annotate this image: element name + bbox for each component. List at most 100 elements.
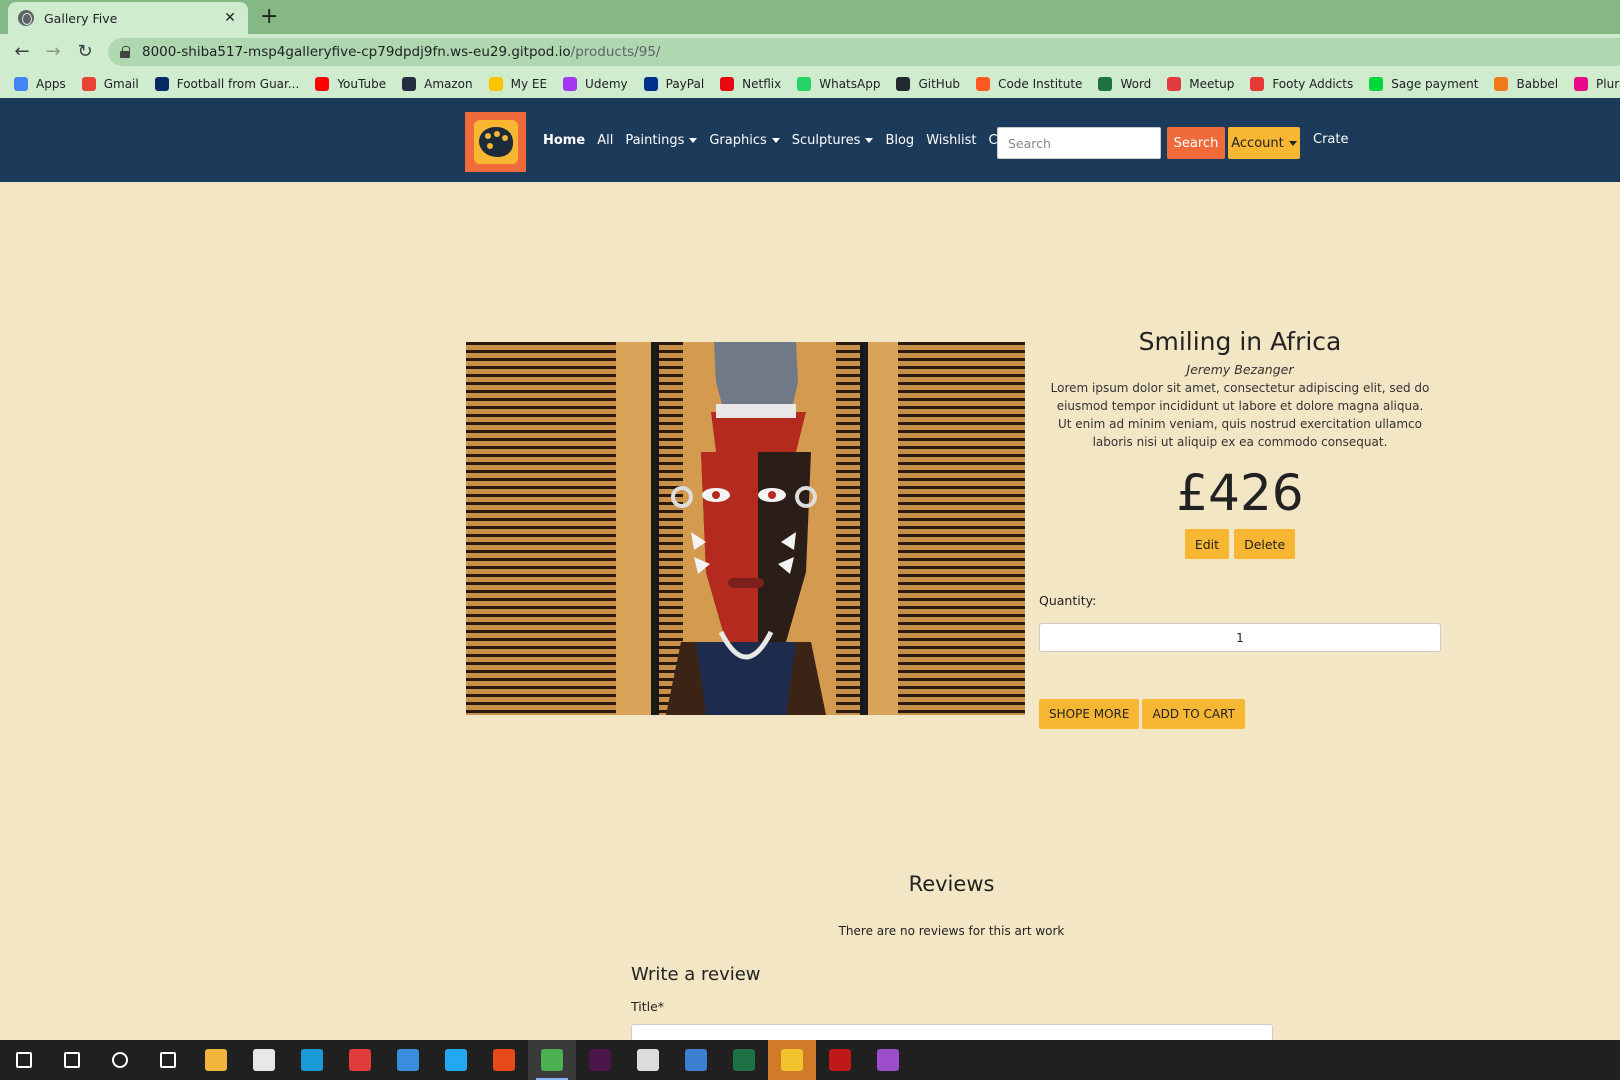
search-input[interactable] bbox=[997, 127, 1161, 159]
mcafee-icon bbox=[829, 1049, 851, 1071]
chevron-down-icon bbox=[689, 137, 698, 143]
taskbar-mail[interactable] bbox=[384, 1040, 432, 1080]
taskbar-windows-start[interactable] bbox=[0, 1040, 48, 1080]
bookmark-my-ee[interactable]: My EE bbox=[488, 77, 547, 91]
slack-icon bbox=[589, 1049, 611, 1071]
windows-start-icon bbox=[16, 1052, 32, 1068]
nav-link-blog[interactable]: Blog bbox=[885, 133, 914, 148]
taskbar-file-explorer[interactable] bbox=[192, 1040, 240, 1080]
site-navbar: Home All Paintings Graphics Sculptures Blog Wi… bbox=[0, 98, 1620, 182]
bookmark-favicon-icon bbox=[643, 77, 658, 91]
product-description: Lorem ipsum dolor sit amet, consectetur … bbox=[1050, 381, 1430, 449]
new-tab-button[interactable]: + bbox=[260, 5, 278, 29]
taskbar-slack[interactable] bbox=[576, 1040, 624, 1080]
taskbar-excel[interactable] bbox=[720, 1040, 768, 1080]
product-artist: Jeremy Bezanger bbox=[1186, 362, 1294, 377]
bookmark-label: Udemy bbox=[585, 77, 628, 91]
quantity-label: Quantity: bbox=[1039, 593, 1097, 608]
nav-link-graphics[interactable]: Graphics bbox=[709, 133, 780, 148]
add-to-cart-button[interactable]: ADD TO CART bbox=[1142, 699, 1245, 729]
taskbar-vscode[interactable] bbox=[432, 1040, 480, 1080]
bookmark-apps[interactable]: Apps bbox=[14, 77, 66, 91]
chevron-down-icon bbox=[1288, 140, 1297, 146]
taskbar-cortana[interactable] bbox=[96, 1040, 144, 1080]
back-arrow-icon[interactable]: ← bbox=[10, 40, 34, 64]
reviews-heading: Reviews bbox=[908, 872, 995, 896]
quantity-input[interactable] bbox=[1039, 623, 1441, 652]
bookmark-babbel[interactable]: Babbel bbox=[1494, 77, 1558, 91]
bookmark-label: Pluralsight bbox=[1596, 77, 1620, 91]
taskbar-paint-drop[interactable] bbox=[864, 1040, 912, 1080]
bookmark-label: Meetup bbox=[1189, 77, 1235, 91]
bookmark-youtube[interactable]: YouTube bbox=[315, 77, 386, 91]
office-icon bbox=[493, 1049, 515, 1071]
vscode-icon bbox=[445, 1049, 467, 1071]
bookmark-code-institute[interactable]: Code Institute bbox=[976, 77, 1082, 91]
shop-more-button[interactable]: SHOPE MORE bbox=[1039, 699, 1140, 729]
nav-link-label: Blog bbox=[885, 132, 915, 148]
nav-link-all[interactable]: All bbox=[597, 133, 613, 148]
taskbar-chrome[interactable] bbox=[528, 1040, 576, 1080]
bookmark-label: Gmail bbox=[103, 77, 139, 91]
bookmark-word[interactable]: Word bbox=[1098, 77, 1151, 91]
crate-link[interactable]: Crate bbox=[1313, 132, 1348, 147]
bookmark-paypal[interactable]: PayPal bbox=[643, 77, 704, 91]
globe-icon bbox=[18, 10, 34, 26]
edit-button[interactable]: Edit bbox=[1184, 529, 1230, 559]
bookmark-favicon-icon bbox=[81, 77, 96, 91]
taskbar-gift[interactable] bbox=[336, 1040, 384, 1080]
bookmark-sage-payment[interactable]: Sage payment bbox=[1369, 77, 1478, 91]
taskbar-office[interactable] bbox=[480, 1040, 528, 1080]
delete-button[interactable]: Delete bbox=[1234, 529, 1296, 559]
nav-link-sculptures[interactable]: Sculptures bbox=[792, 133, 874, 148]
address-bar[interactable]: 8000-shiba517-msp4galleryfive-cp79dpdj9f… bbox=[108, 38, 1620, 66]
taskbar-edge[interactable] bbox=[288, 1040, 336, 1080]
url-path: /products/95/ bbox=[570, 44, 661, 60]
nav-link-label: Home bbox=[543, 132, 586, 148]
chevron-down-icon bbox=[865, 137, 874, 143]
forward-arrow-icon[interactable]: → bbox=[41, 40, 65, 64]
bookmark-favicon-icon bbox=[1098, 77, 1113, 91]
nav-link-paintings[interactable]: Paintings bbox=[625, 133, 698, 148]
bookmark-favicon-icon bbox=[563, 77, 578, 91]
bookmark-whatsapp[interactable]: WhatsApp bbox=[797, 77, 880, 91]
nav-link-label: Sculptures bbox=[791, 132, 861, 148]
nav-link-wishlist[interactable]: Wishlist bbox=[926, 133, 976, 148]
nav-link-home[interactable]: Home bbox=[543, 133, 585, 148]
bookmark-footy-addicts[interactable]: Footy Addicts bbox=[1250, 77, 1353, 91]
bookmark-label: Code Institute bbox=[998, 77, 1083, 91]
bookmark-amazon[interactable]: Amazon bbox=[402, 77, 473, 91]
account-dropdown-button[interactable]: Account bbox=[1228, 127, 1300, 159]
paint-drop-icon bbox=[877, 1049, 899, 1071]
site-logo[interactable] bbox=[465, 112, 526, 172]
reload-icon[interactable]: ↻ bbox=[73, 40, 97, 64]
tab-title: Gallery Five bbox=[44, 10, 118, 26]
bookmark-meetup[interactable]: Meetup bbox=[1167, 77, 1234, 91]
search-button[interactable]: Search bbox=[1167, 127, 1225, 159]
taskbar-task-view[interactable] bbox=[144, 1040, 192, 1080]
bookmark-football-from-guar[interactable]: Football from Guar... bbox=[154, 77, 299, 91]
bookmark-gmail[interactable]: Gmail bbox=[81, 77, 139, 91]
browser-tab[interactable]: Gallery Five ✕ bbox=[8, 2, 248, 34]
taskbar-search[interactable] bbox=[48, 1040, 96, 1080]
close-tab-icon[interactable]: ✕ bbox=[222, 10, 238, 26]
bookmark-favicon-icon bbox=[14, 77, 28, 91]
taskbar-emoji[interactable] bbox=[624, 1040, 672, 1080]
bookmark-favicon-icon bbox=[315, 77, 330, 91]
review-title-input[interactable] bbox=[631, 1024, 1273, 1040]
taskbar-mcafee[interactable] bbox=[816, 1040, 864, 1080]
nav-link-label: All bbox=[597, 132, 614, 148]
bookmark-label: WhatsApp bbox=[819, 77, 881, 91]
bookmark-favicon-icon bbox=[797, 77, 812, 91]
bookmarks-bar: Apps Gmail Football from Guar... YouTube Ama… bbox=[0, 70, 1620, 98]
taskbar-security-shield[interactable] bbox=[768, 1040, 816, 1080]
bookmark-udemy[interactable]: Udemy bbox=[563, 77, 628, 91]
bookmark-favicon-icon bbox=[896, 77, 911, 91]
bookmark-github[interactable]: GitHub bbox=[896, 77, 960, 91]
taskbar-photos[interactable] bbox=[672, 1040, 720, 1080]
bookmark-netflix[interactable]: Netflix bbox=[720, 77, 781, 91]
bookmark-pluralsight[interactable]: Pluralsight bbox=[1574, 77, 1620, 91]
search-icon bbox=[64, 1052, 80, 1068]
taskbar-store[interactable] bbox=[240, 1040, 288, 1080]
cart-actions: SHOPE MORE ADD TO CART bbox=[1039, 699, 1245, 729]
